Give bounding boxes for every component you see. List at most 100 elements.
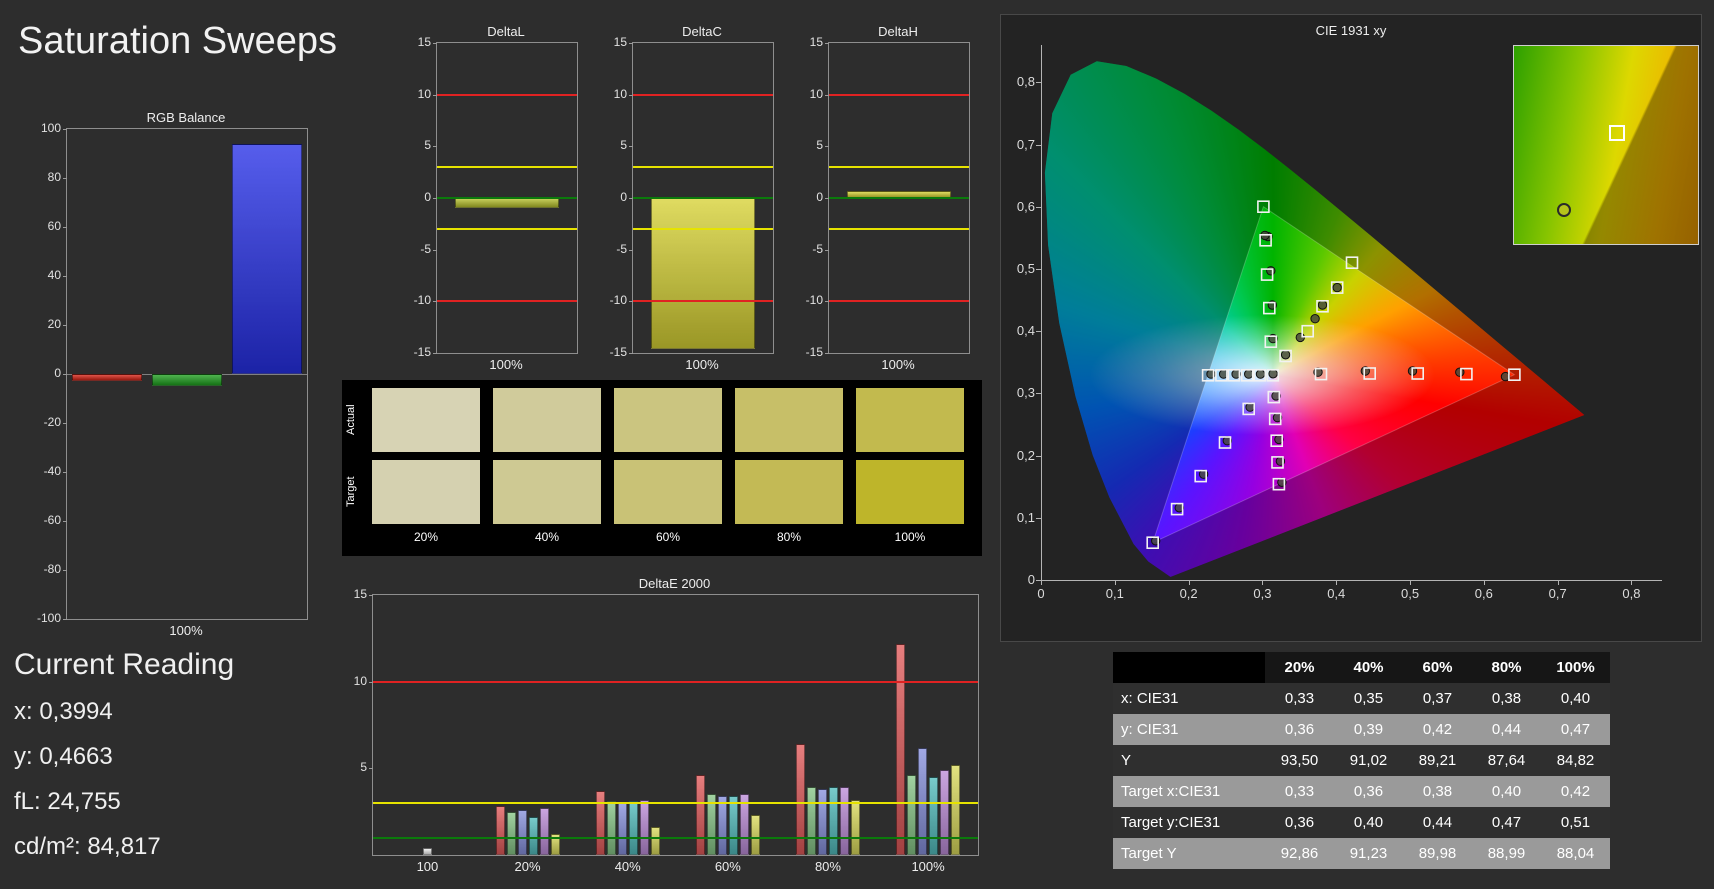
delta-e-2000-chart: DeltaE 2000 15 10 5 100 20% 40% 60% 80% 100% bbox=[342, 576, 992, 874]
table-cell: 0,39 bbox=[1353, 721, 1384, 738]
x-tick-mark bbox=[1410, 580, 1412, 585]
deltae-bar bbox=[695, 775, 705, 855]
table-row-label: y: CIE31 bbox=[1121, 721, 1179, 738]
x-tick-label: 0,4 bbox=[1327, 586, 1346, 601]
y-tick-mark bbox=[369, 768, 373, 770]
y-tick-label: 0,6 bbox=[1016, 198, 1035, 214]
y-tick-label: 0,5 bbox=[1016, 260, 1035, 276]
delta-l-xlabel: 100% bbox=[489, 357, 523, 372]
x-tick-label: 0,5 bbox=[1401, 586, 1420, 601]
y-tick-label: -10 bbox=[609, 293, 627, 308]
y-tick-mark bbox=[629, 146, 633, 148]
y-tick-label: -60 bbox=[43, 513, 61, 527]
y-tick-mark bbox=[63, 227, 67, 228]
deltae-bar bbox=[517, 809, 527, 855]
y-tick-label: -80 bbox=[43, 562, 61, 576]
cie-measurement-dot bbox=[1332, 282, 1342, 293]
table-row: Y 93,50 91,02 89,21 87,64 84,82 bbox=[1113, 745, 1610, 776]
current-reading-y: y: 0,4663 bbox=[14, 743, 113, 770]
y-tick-label: 40 bbox=[47, 268, 61, 282]
y-tick-mark bbox=[1036, 206, 1041, 208]
x-tick-label: 0,3 bbox=[1253, 586, 1272, 601]
cie-measurement-dot bbox=[1310, 314, 1320, 324]
y-tick-label: -15 bbox=[609, 345, 627, 359]
rgb-balance-chart: RGB Balance 100 80 60 40 20 0 -20 -40 -60 -80 -100… bbox=[28, 110, 328, 638]
table-header-cell: 100% bbox=[1556, 659, 1595, 676]
table-row: Target x:CIE31 0,33 0,36 0,38 0,40 0,42 bbox=[1113, 776, 1610, 807]
table-cell: 87,64 bbox=[1487, 752, 1526, 769]
table-cell: 88,04 bbox=[1556, 845, 1595, 862]
ref-line bbox=[633, 197, 773, 199]
swatch-target-40% bbox=[493, 460, 601, 524]
y-tick-label: 10 bbox=[353, 673, 367, 688]
y-tick-label: -100 bbox=[36, 611, 61, 625]
table-cell: 0,38 bbox=[1491, 690, 1522, 707]
saturation-sweeps-page: Saturation Sweeps RGB Balance 100 80 60 40 2… bbox=[0, 0, 1714, 889]
cie-measurement-dot bbox=[1266, 266, 1276, 276]
swatch-actual-100% bbox=[856, 388, 964, 452]
x-tick-label: 40% bbox=[614, 859, 641, 874]
y-tick-label: 5 bbox=[424, 138, 431, 153]
y-tick-mark bbox=[369, 595, 373, 596]
y-tick-label: 15 bbox=[613, 35, 627, 49]
x-tick-mark bbox=[1041, 580, 1042, 585]
deltae-bar bbox=[806, 787, 816, 855]
delta-bar bbox=[455, 198, 559, 209]
table-cell: 84,82 bbox=[1556, 752, 1595, 769]
y-tick-label: 60 bbox=[47, 219, 61, 233]
y-tick-mark bbox=[433, 353, 437, 354]
table-cell: 0,33 bbox=[1284, 783, 1315, 800]
table-header-cell bbox=[1113, 652, 1265, 683]
swatch-target-20% bbox=[372, 460, 480, 524]
y-tick-mark bbox=[629, 353, 633, 354]
bar-red bbox=[72, 374, 142, 382]
x-tick-label: 0,1 bbox=[1105, 586, 1124, 601]
deltae-bar bbox=[750, 815, 760, 855]
swatch-col-label: 60% bbox=[655, 530, 681, 544]
y-tick-label: 10 bbox=[613, 86, 627, 101]
x-tick-label: 0,7 bbox=[1548, 586, 1567, 601]
current-reading-x: x: 0,3994 bbox=[14, 698, 113, 725]
current-reading: Current Reading x: 0,3994 y: 0,4663 fL: … bbox=[14, 648, 234, 878]
y-tick-label: 80 bbox=[47, 170, 61, 184]
y-tick-mark bbox=[63, 472, 67, 473]
ref-line bbox=[829, 93, 969, 96]
table-cell: 0,44 bbox=[1491, 721, 1522, 738]
y-tick-mark bbox=[1036, 144, 1041, 146]
rgb-balance-title: RGB Balance bbox=[146, 110, 226, 125]
swatch-row-label-target: Target bbox=[345, 476, 357, 508]
cie-measurement-dot bbox=[1268, 369, 1278, 379]
y-tick-mark bbox=[1036, 268, 1041, 270]
swatch-target-100% bbox=[856, 460, 964, 524]
ref-line bbox=[437, 166, 577, 168]
x-tick-mark bbox=[1483, 580, 1485, 585]
y-tick-label: 10 bbox=[809, 86, 823, 101]
ref-line bbox=[437, 228, 577, 230]
y-tick-label: 5 bbox=[816, 138, 823, 153]
y-tick-mark bbox=[63, 178, 67, 179]
ref-line bbox=[829, 300, 969, 303]
table-cell: 0,36 bbox=[1353, 783, 1384, 800]
deltae-bar bbox=[595, 790, 605, 855]
y-tick-label: -10 bbox=[805, 293, 823, 308]
swatch-actual-40% bbox=[493, 388, 601, 452]
swatch-col-label: 20% bbox=[413, 530, 439, 544]
ref-line bbox=[373, 802, 978, 804]
page-title: Saturation Sweeps bbox=[18, 20, 337, 62]
y-tick-mark bbox=[629, 249, 633, 251]
y-tick-mark bbox=[63, 521, 67, 522]
ref-line bbox=[633, 166, 773, 168]
y-tick-label: 5 bbox=[620, 138, 627, 153]
y-tick-mark bbox=[63, 276, 67, 277]
cie-measurement-dot bbox=[1317, 300, 1328, 310]
y-tick-mark bbox=[63, 423, 67, 424]
table-row: x: CIE31 0,33 0,35 0,37 0,38 0,40 bbox=[1113, 683, 1610, 714]
table-row-label: Target y:CIE31 bbox=[1121, 814, 1221, 831]
y-tick-mark bbox=[1036, 331, 1041, 333]
ref-line bbox=[373, 836, 978, 839]
swatch-target-60% bbox=[614, 460, 722, 524]
table-header-row: 20% 40% 60% 80% 100% bbox=[1113, 652, 1610, 683]
y-tick-label: -20 bbox=[43, 415, 61, 429]
table-cell: 93,50 bbox=[1280, 752, 1319, 769]
y-tick-label: 0,8 bbox=[1016, 74, 1035, 90]
